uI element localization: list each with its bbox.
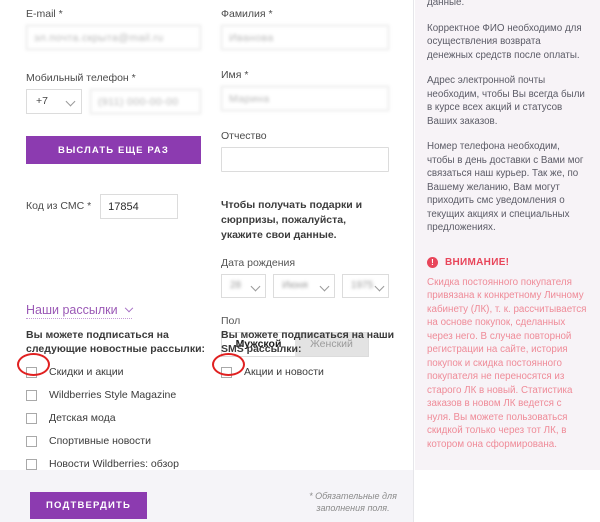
dob-day-select[interactable]: 28 bbox=[221, 274, 267, 298]
warning-title: ВНИМАНИЕ! bbox=[445, 256, 510, 268]
sidebar-paragraph: Номер телефона необходим, чтобы в день д… bbox=[427, 141, 584, 233]
gift-note-text: Чтобы получать подарки и сюрпризы, пожал… bbox=[221, 199, 363, 241]
chevron-down-icon bbox=[250, 281, 261, 292]
resend-code-button[interactable]: ВЫСЛАТЬ ЕЩЕ РАЗ bbox=[26, 136, 201, 164]
dob-day-value: 28 bbox=[230, 280, 242, 291]
checkbox-wildberries-news[interactable] bbox=[26, 459, 37, 470]
dob-month-value: Июня bbox=[282, 280, 308, 291]
surname-field-group: Фамилия * bbox=[221, 8, 389, 50]
dob-label: Дата рождения bbox=[221, 257, 296, 269]
email-newsletters-intro: Вы можете подписаться на следующие новос… bbox=[26, 329, 206, 355]
sidebar-paragraph: данные. bbox=[427, 0, 465, 8]
registration-page: E-mail * Мобильный телефон * +7 ВЫСЛАТЬ … bbox=[0, 0, 600, 522]
sms-code-label: Код из СМС * bbox=[26, 200, 92, 212]
sms-code-group: Код из СМС * bbox=[26, 194, 201, 219]
newsletters-toggle[interactable]: Наши рассылки bbox=[26, 303, 134, 319]
phone-country-code-value: +7 bbox=[36, 95, 48, 107]
firstname-label: Имя * bbox=[221, 69, 249, 81]
newsletters-toggle-label: Наши рассылки bbox=[26, 303, 118, 317]
email-input[interactable] bbox=[26, 25, 201, 50]
firstname-field-group: Имя * bbox=[221, 69, 389, 111]
sidebar-paragraph: Адрес электронной почты необходим, чтобы… bbox=[427, 75, 585, 127]
firstname-input[interactable] bbox=[221, 86, 389, 111]
patronymic-label: Отчество bbox=[221, 130, 267, 142]
dob-group: Дата рождения 28 Июня 1975 bbox=[221, 257, 390, 298]
phone-number-input[interactable] bbox=[90, 89, 201, 114]
registration-form: E-mail * Мобильный телефон * +7 ВЫСЛАТЬ … bbox=[0, 0, 414, 496]
dob-row: 28 Июня 1975 bbox=[221, 274, 390, 298]
surname-input[interactable] bbox=[221, 25, 389, 50]
checkbox-kids-fashion[interactable] bbox=[26, 413, 37, 424]
list-item[interactable]: Акции и новости bbox=[221, 366, 396, 379]
checkbox-label: Спортивные новости bbox=[49, 435, 151, 447]
sms-newsletters-intro: Вы можете подписаться на наши SMS рассыл… bbox=[221, 329, 395, 355]
checkbox-label: Скидки и акции bbox=[49, 366, 124, 378]
checkbox-sport-news[interactable] bbox=[26, 436, 37, 447]
list-item[interactable]: Спортивные новости bbox=[26, 435, 216, 448]
warning-body-text: Скидка постоянного покупателя привязана … bbox=[427, 276, 587, 450]
chevron-down-icon bbox=[124, 303, 134, 313]
phone-row: +7 bbox=[26, 89, 201, 114]
dob-month-select[interactable]: Июня bbox=[273, 274, 335, 298]
chevron-down-icon bbox=[65, 96, 76, 107]
gender-label: Пол bbox=[221, 315, 241, 327]
sidebar-paragraph: Корректное ФИО необходимо для осуществле… bbox=[427, 22, 582, 61]
email-field-group: E-mail * bbox=[26, 8, 201, 50]
surname-label: Фамилия * bbox=[221, 8, 273, 20]
phone-field-group: Мобильный телефон * +7 bbox=[26, 72, 201, 114]
patronymic-field-group: Отчество bbox=[221, 130, 389, 172]
form-right-column: Фамилия * Имя * Отчество Чтобы получать … bbox=[221, 0, 390, 357]
info-sidebar: данные. Корректное ФИО необходимо для ос… bbox=[415, 0, 600, 470]
dob-year-select[interactable]: 1975 bbox=[341, 274, 390, 298]
checkbox-label: Детская мода bbox=[49, 412, 116, 424]
form-left-column: E-mail * Мобильный телефон * +7 ВЫСЛАТЬ … bbox=[26, 0, 201, 219]
list-item[interactable]: Детская мода bbox=[26, 412, 216, 425]
confirm-button[interactable]: ПОДТВЕРДИТЬ bbox=[30, 492, 147, 519]
patronymic-input[interactable] bbox=[221, 147, 389, 172]
checkbox-label: Акции и новости bbox=[244, 366, 324, 378]
checkbox-label: Wildberries Style Magazine bbox=[49, 389, 177, 401]
checkbox-style-magazine[interactable] bbox=[26, 390, 37, 401]
chevron-down-icon bbox=[319, 281, 330, 292]
dob-year-value: 1975 bbox=[350, 280, 374, 291]
checkbox-discounts[interactable] bbox=[26, 367, 37, 378]
list-item[interactable]: Скидки и акции bbox=[26, 366, 216, 379]
chevron-down-icon bbox=[374, 281, 385, 292]
warning-exclamation-icon: ! bbox=[427, 256, 438, 268]
sms-newsletters-section: Вы можете подписаться на наши SMS рассыл… bbox=[221, 328, 396, 389]
list-item[interactable]: Wildberries Style Magazine bbox=[26, 389, 216, 402]
phone-country-code-select[interactable]: +7 bbox=[26, 89, 82, 114]
warning-header: ! ВНИМАНИЕ! bbox=[427, 256, 588, 268]
sms-code-input[interactable] bbox=[100, 194, 179, 219]
required-fields-note: * Обязательные для заполнения поля. bbox=[309, 491, 397, 513]
phone-label: Мобильный телефон * bbox=[26, 72, 136, 84]
email-label: E-mail * bbox=[26, 8, 63, 20]
checkbox-sms-promotions[interactable] bbox=[221, 367, 232, 378]
